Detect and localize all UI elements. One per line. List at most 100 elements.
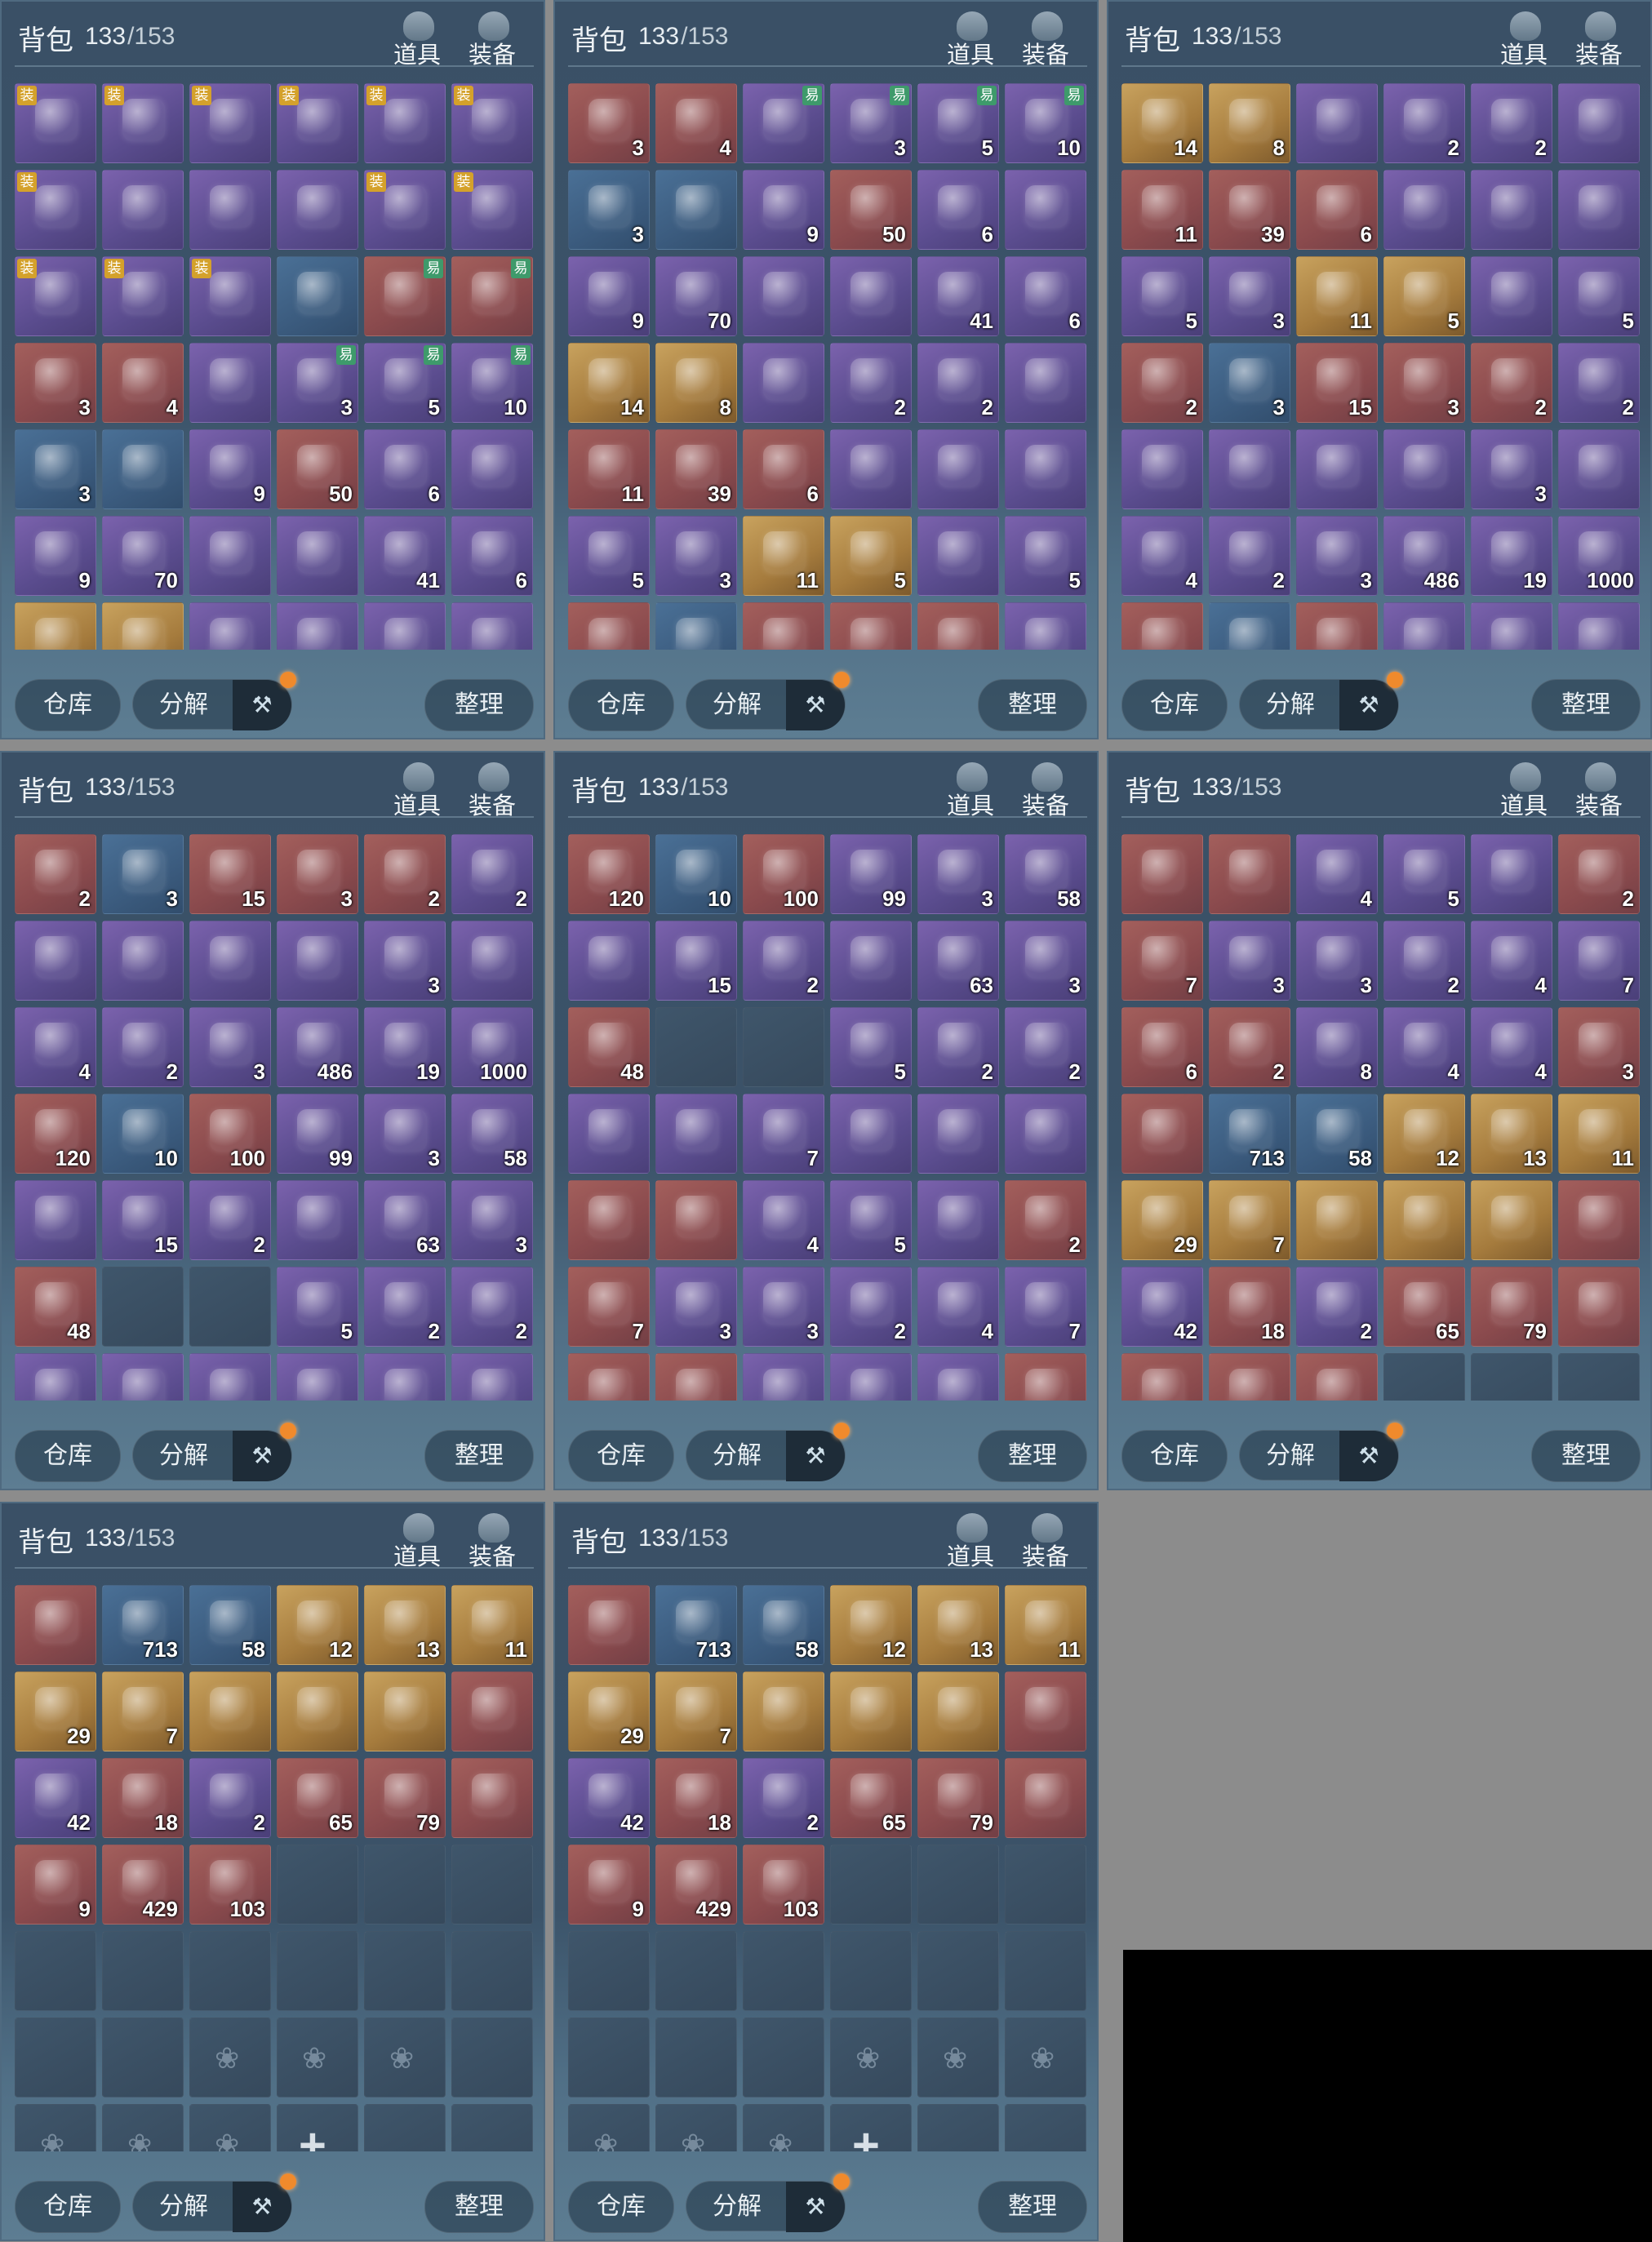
item-slot[interactable]: 8 [655, 343, 737, 423]
item-slot[interactable]: 易 [364, 256, 446, 336]
warehouse-button[interactable]: 仓库 [568, 679, 674, 731]
item-slot[interactable]: 3 [1471, 429, 1552, 509]
item-slot[interactable]: 15 [1296, 343, 1378, 423]
item-slot[interactable] [568, 1180, 650, 1260]
tab-items[interactable]: 道具 [1495, 11, 1552, 69]
item-slot[interactable]: 3 [568, 170, 650, 250]
item-slot[interactable]: 7 [102, 1672, 184, 1751]
empty-slot[interactable] [568, 2018, 650, 2098]
item-slot[interactable] [451, 602, 533, 650]
empty-slot[interactable]: ❀ [102, 2104, 184, 2151]
item-slot[interactable]: 29 [15, 1672, 96, 1751]
empty-slot[interactable]: ❀ [1005, 2018, 1086, 2098]
item-slot[interactable]: 3 [1383, 343, 1465, 423]
item-slot[interactable]: 15 [102, 1180, 184, 1260]
item-slot[interactable] [277, 1353, 358, 1401]
item-slot[interactable] [189, 170, 271, 250]
item-slot[interactable]: 65 [830, 1758, 912, 1838]
item-slot[interactable]: 装 [189, 256, 271, 336]
item-slot[interactable]: 2 [102, 1007, 184, 1087]
item-slot[interactable] [1471, 170, 1552, 250]
item-slot[interactable]: 2 [1209, 516, 1290, 596]
item-slot[interactable]: 3 [364, 1094, 446, 1174]
item-slot[interactable]: 4 [917, 1267, 999, 1347]
item-slot[interactable]: 18 [655, 1758, 737, 1838]
empty-slot[interactable] [364, 2104, 446, 2151]
empty-slot[interactable]: ❀ [277, 2018, 358, 2098]
item-slot[interactable]: 4 [102, 343, 184, 423]
item-slot[interactable]: 18 [102, 1758, 184, 1838]
item-slot[interactable]: 9 [568, 1845, 650, 1925]
item-slot[interactable]: 5 [830, 1007, 912, 1087]
item-slot[interactable]: 3 [917, 834, 999, 914]
item-slot[interactable]: 2 [1209, 1007, 1290, 1087]
item-slot[interactable]: 15 [189, 834, 271, 914]
item-slot[interactable] [1005, 429, 1086, 509]
item-slot[interactable] [1383, 429, 1465, 509]
item-slot[interactable] [1209, 1353, 1290, 1401]
item-slot[interactable]: 3 [1296, 516, 1378, 596]
item-slot[interactable] [15, 1353, 96, 1401]
empty-slot[interactable]: ❀ [830, 2018, 912, 2098]
empty-slot[interactable] [568, 1931, 650, 2011]
decompose-button[interactable]: 分解 ⚒ [686, 2173, 850, 2232]
item-slot[interactable] [15, 921, 96, 1001]
item-slot[interactable] [451, 1353, 533, 1401]
item-slot[interactable] [917, 1180, 999, 1260]
item-slot[interactable]: 18 [1209, 1267, 1290, 1347]
empty-slot[interactable] [15, 2018, 96, 2098]
item-slot[interactable]: 100 [1296, 602, 1378, 650]
hammer-icon[interactable]: ⚒ [1339, 1431, 1398, 1481]
item-slot[interactable]: 63 [364, 1180, 446, 1260]
item-slot[interactable] [1296, 83, 1378, 163]
item-slot[interactable]: 6 [1005, 256, 1086, 336]
tab-items[interactable]: 道具 [389, 1513, 446, 1570]
item-slot[interactable] [1121, 1094, 1203, 1174]
item-slot[interactable]: 19 [364, 1007, 446, 1087]
item-slot[interactable]: 易 10 [451, 343, 533, 423]
item-slot[interactable] [1558, 1180, 1640, 1260]
item-slot[interactable] [568, 602, 650, 650]
warehouse-button[interactable]: 仓库 [1121, 1430, 1228, 1482]
hammer-icon[interactable]: ⚒ [786, 1431, 845, 1481]
item-slot[interactable] [364, 1353, 446, 1401]
item-slot[interactable]: 41 [364, 516, 446, 596]
item-slot[interactable] [1209, 429, 1290, 509]
empty-slot[interactable] [655, 1007, 737, 1087]
item-slot[interactable]: 58 [451, 1094, 533, 1174]
empty-slot[interactable] [451, 1931, 533, 2011]
item-slot[interactable] [451, 429, 533, 509]
empty-slot[interactable] [655, 2018, 737, 2098]
tab-items[interactable]: 道具 [389, 762, 446, 819]
empty-slot[interactable] [451, 2104, 533, 2151]
item-slot[interactable]: 11 [568, 429, 650, 509]
item-slot[interactable] [743, 1672, 824, 1751]
item-slot[interactable] [277, 170, 358, 250]
item-slot[interactable]: 3 [1209, 343, 1290, 423]
item-slot[interactable]: 6 [1296, 170, 1378, 250]
item-slot[interactable]: 65 [1383, 1267, 1465, 1347]
warehouse-button[interactable]: 仓库 [568, 1430, 674, 1482]
hammer-icon[interactable]: ⚒ [233, 680, 291, 730]
empty-slot[interactable]: ❀ [189, 2104, 271, 2151]
item-slot[interactable]: 易5 [364, 343, 446, 423]
item-slot[interactable] [189, 516, 271, 596]
item-slot[interactable] [655, 602, 737, 650]
item-slot[interactable]: 3 [655, 516, 737, 596]
item-slot[interactable]: 58 [189, 1585, 271, 1665]
empty-slot[interactable]: ❀ [15, 2104, 96, 2151]
item-slot[interactable]: 3 [102, 834, 184, 914]
item-slot[interactable] [568, 1094, 650, 1174]
item-slot[interactable]: 5 [1558, 256, 1640, 336]
item-slot[interactable] [568, 1585, 650, 1665]
item-slot[interactable]: 486 [277, 1007, 358, 1087]
item-slot[interactable]: 2 [1005, 1007, 1086, 1087]
item-slot[interactable]: 5 [1383, 834, 1465, 914]
tab-items[interactable]: 道具 [942, 11, 999, 69]
item-slot[interactable]: 2 [15, 834, 96, 914]
tab-items[interactable]: 道具 [389, 11, 446, 69]
item-slot[interactable] [1296, 1180, 1378, 1260]
item-slot[interactable]: 装 [15, 170, 96, 250]
tab-items[interactable]: 道具 [1495, 762, 1552, 819]
item-slot[interactable]: 13 [917, 1585, 999, 1665]
